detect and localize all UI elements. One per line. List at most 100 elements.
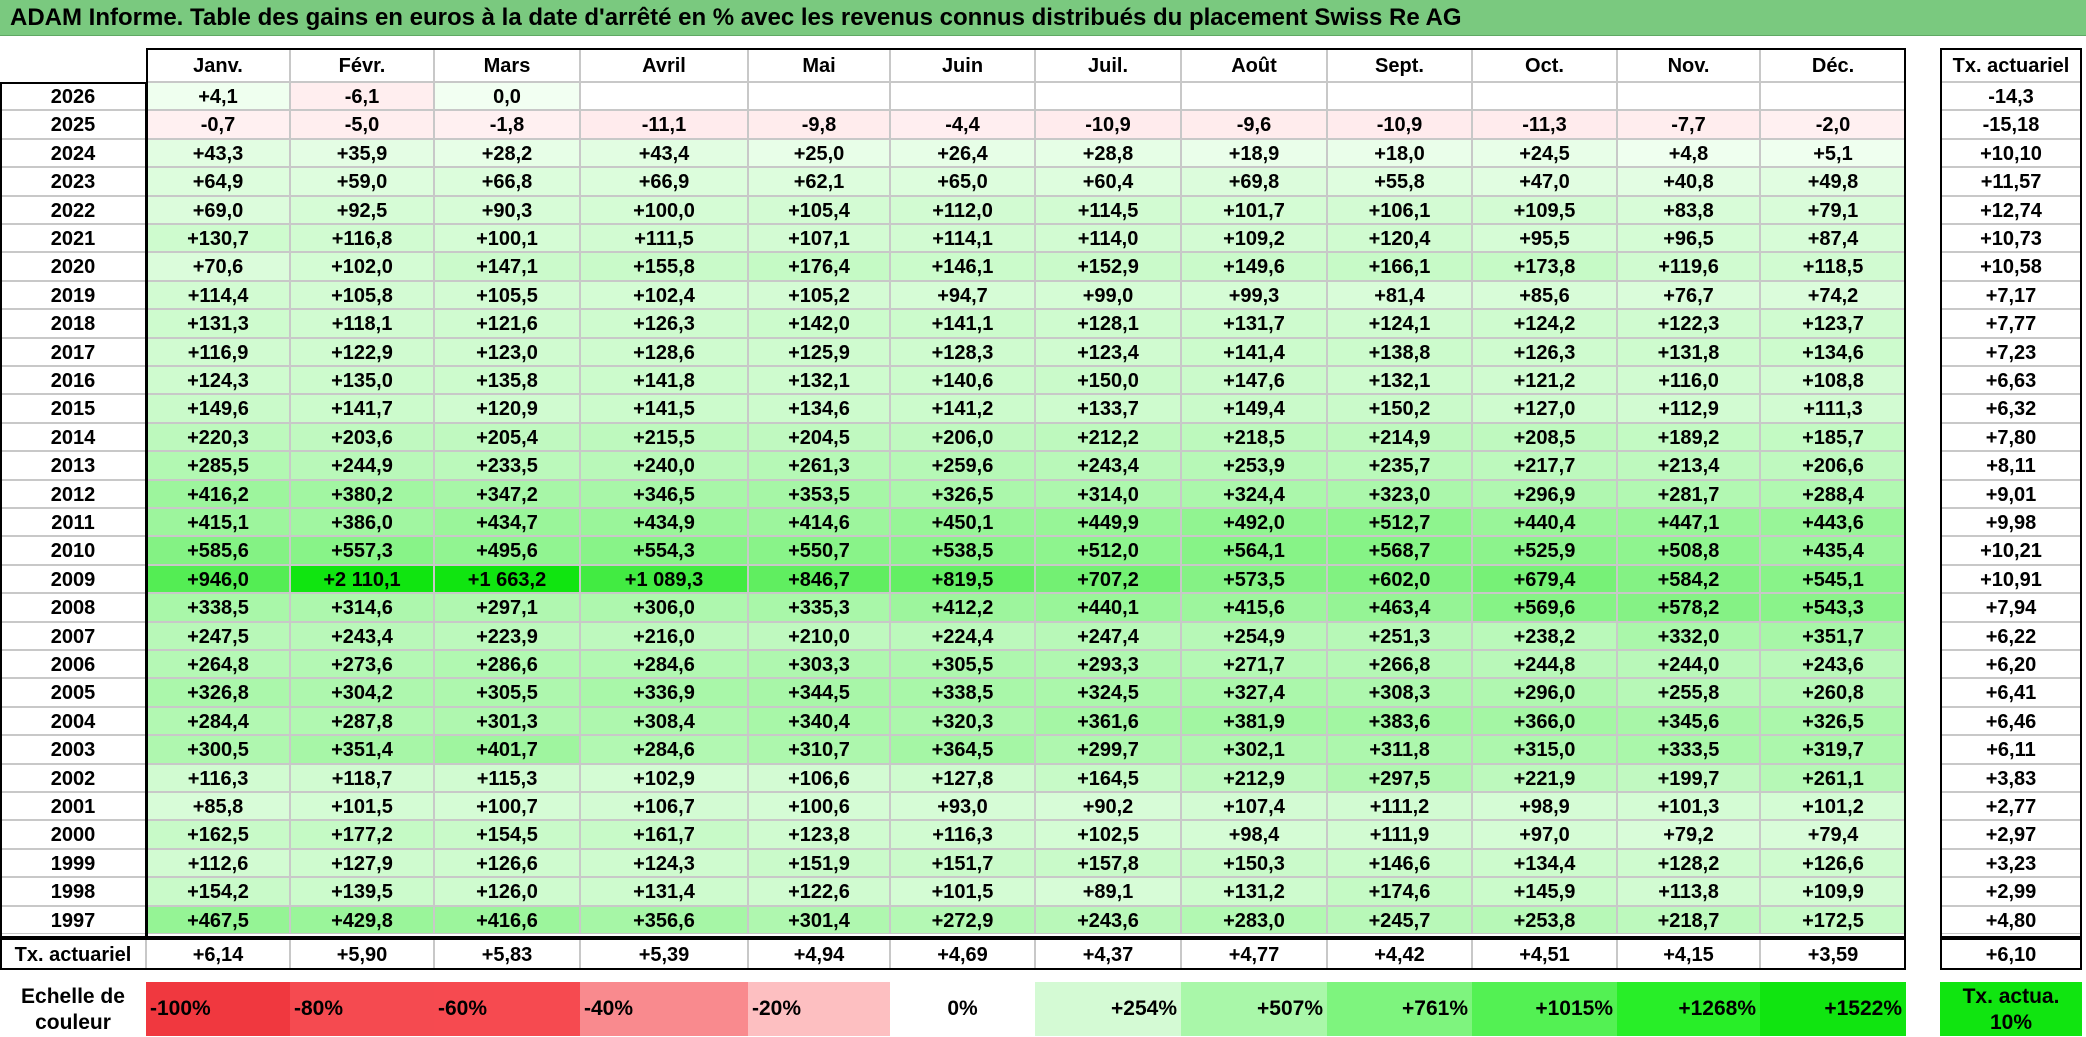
- table-cell: +122,6: [748, 877, 890, 906]
- table-cell: +96,5: [1617, 224, 1760, 253]
- table-cell: +111,5: [580, 224, 748, 253]
- table-cell: +244,8: [1472, 650, 1617, 679]
- table-cell: +131,3: [146, 309, 290, 338]
- table-cell: +254,9: [1181, 621, 1327, 650]
- table-cell: [1327, 82, 1472, 111]
- table-cell: +92,5: [290, 195, 434, 224]
- table-cell: +212,9: [1181, 763, 1327, 792]
- table-cell: +450,1: [890, 508, 1035, 537]
- footer-rate-cell: +6,10: [1940, 938, 2082, 970]
- table-cell: +109,5: [1472, 195, 1617, 224]
- table-cell: +304,2: [290, 678, 434, 707]
- table-cell: +149,4: [1181, 394, 1327, 423]
- table-cell: +602,0: [1327, 564, 1472, 594]
- table-cell: [1472, 82, 1617, 111]
- scale-swatch: -20%: [748, 982, 890, 1036]
- rate-cell: +10,21: [1940, 536, 2082, 565]
- table-cell: -11,3: [1472, 110, 1617, 139]
- table-cell: +272,9: [890, 905, 1035, 934]
- table-cell: +90,2: [1035, 792, 1181, 821]
- table-cell: +127,9: [290, 848, 434, 878]
- table-cell: +351,7: [1760, 621, 1906, 650]
- table-cell: +93,0: [890, 792, 1035, 821]
- table-cell: +116,9: [146, 337, 290, 366]
- table-cell: +105,2: [748, 280, 890, 310]
- table-cell: +340,4: [748, 706, 890, 736]
- table-cell: +100,7: [434, 792, 580, 821]
- table-cell: +66,9: [580, 167, 748, 196]
- table-cell: +101,3: [1617, 792, 1760, 821]
- table-cell: +221,9: [1472, 763, 1617, 792]
- table-cell: +134,6: [1760, 337, 1906, 366]
- table-cell: +525,9: [1472, 536, 1617, 565]
- table-cell: +127,0: [1472, 394, 1617, 423]
- table-cell: +97,0: [1472, 820, 1617, 849]
- rate-cell: +10,10: [1940, 138, 2082, 168]
- month-header: Oct.: [1472, 48, 1617, 82]
- rate-cell: +4,80: [1940, 905, 2082, 934]
- footer-cell: +4,69: [890, 938, 1035, 970]
- table-cell: +76,7: [1617, 280, 1760, 310]
- year-label: 2022: [0, 195, 146, 224]
- rate-cell: +10,58: [1940, 252, 2082, 281]
- table-cell: +119,6: [1617, 252, 1760, 281]
- table-cell: +224,4: [890, 621, 1035, 650]
- table-cell: +106,6: [748, 763, 890, 792]
- footer-cell: +4,42: [1327, 938, 1472, 970]
- table-cell: +116,8: [290, 224, 434, 253]
- table-cell: +150,3: [1181, 848, 1327, 878]
- table-cell: +124,1: [1327, 309, 1472, 338]
- table-cell: +105,4: [748, 195, 890, 224]
- rate-cell: +3,23: [1940, 848, 2082, 878]
- scale-swatch: +1015%: [1472, 982, 1617, 1036]
- table-cell: +125,9: [748, 337, 890, 366]
- table-cell: +127,8: [890, 763, 1035, 792]
- table-cell: +173,8: [1472, 252, 1617, 281]
- table-cell: +205,4: [434, 422, 580, 452]
- year-label: 1997: [0, 905, 146, 934]
- table-cell: +123,8: [748, 820, 890, 849]
- table-cell: +264,8: [146, 650, 290, 679]
- table-cell: +244,9: [290, 451, 434, 480]
- table-cell: +99,0: [1035, 280, 1181, 310]
- table-cell: +114,1: [890, 224, 1035, 253]
- scale-swatch: -100%: [146, 982, 290, 1036]
- table-cell: +134,4: [1472, 848, 1617, 878]
- table-cell: +122,9: [290, 337, 434, 366]
- table-cell: +161,7: [580, 820, 748, 849]
- table-cell: +243,6: [1760, 650, 1906, 679]
- table-cell: +223,9: [434, 621, 580, 650]
- year-label: 2010: [0, 536, 146, 565]
- table-cell: +206,0: [890, 422, 1035, 452]
- table-cell: +210,0: [748, 621, 890, 650]
- table-cell: +243,4: [290, 621, 434, 650]
- table-cell: +449,9: [1035, 508, 1181, 537]
- table-cell: +308,3: [1327, 678, 1472, 707]
- table-cell: -9,6: [1181, 110, 1327, 139]
- table-cell: +320,3: [890, 706, 1035, 736]
- table-cell: +216,0: [580, 621, 748, 650]
- table-cell: +218,7: [1617, 905, 1760, 934]
- table-cell: +65,0: [890, 167, 1035, 196]
- scale-swatch: 0%: [890, 982, 1035, 1036]
- table-cell: +1 663,2: [434, 564, 580, 594]
- table-cell: +66,8: [434, 167, 580, 196]
- table-cell: +447,1: [1617, 508, 1760, 537]
- table-cell: +166,1: [1327, 252, 1472, 281]
- table-cell: +83,8: [1617, 195, 1760, 224]
- table-cell: +102,5: [1035, 820, 1181, 849]
- table-cell: +243,4: [1035, 451, 1181, 480]
- footer-cell: +4,15: [1617, 938, 1760, 970]
- table-cell: +253,9: [1181, 451, 1327, 480]
- year-label: 2016: [0, 366, 146, 395]
- table-cell: +150,2: [1327, 394, 1472, 423]
- page-title: ADAM Informe. Table des gains en euros à…: [10, 4, 1462, 31]
- table-cell: +135,0: [290, 366, 434, 395]
- table-cell: +141,1: [890, 309, 1035, 338]
- table-cell: +326,5: [890, 479, 1035, 508]
- year-label: 2009: [0, 564, 146, 594]
- table-cell: +283,0: [1181, 905, 1327, 934]
- table-cell: +99,3: [1181, 280, 1327, 310]
- table-cell: +415,6: [1181, 593, 1327, 622]
- table-cell: +380,2: [290, 479, 434, 508]
